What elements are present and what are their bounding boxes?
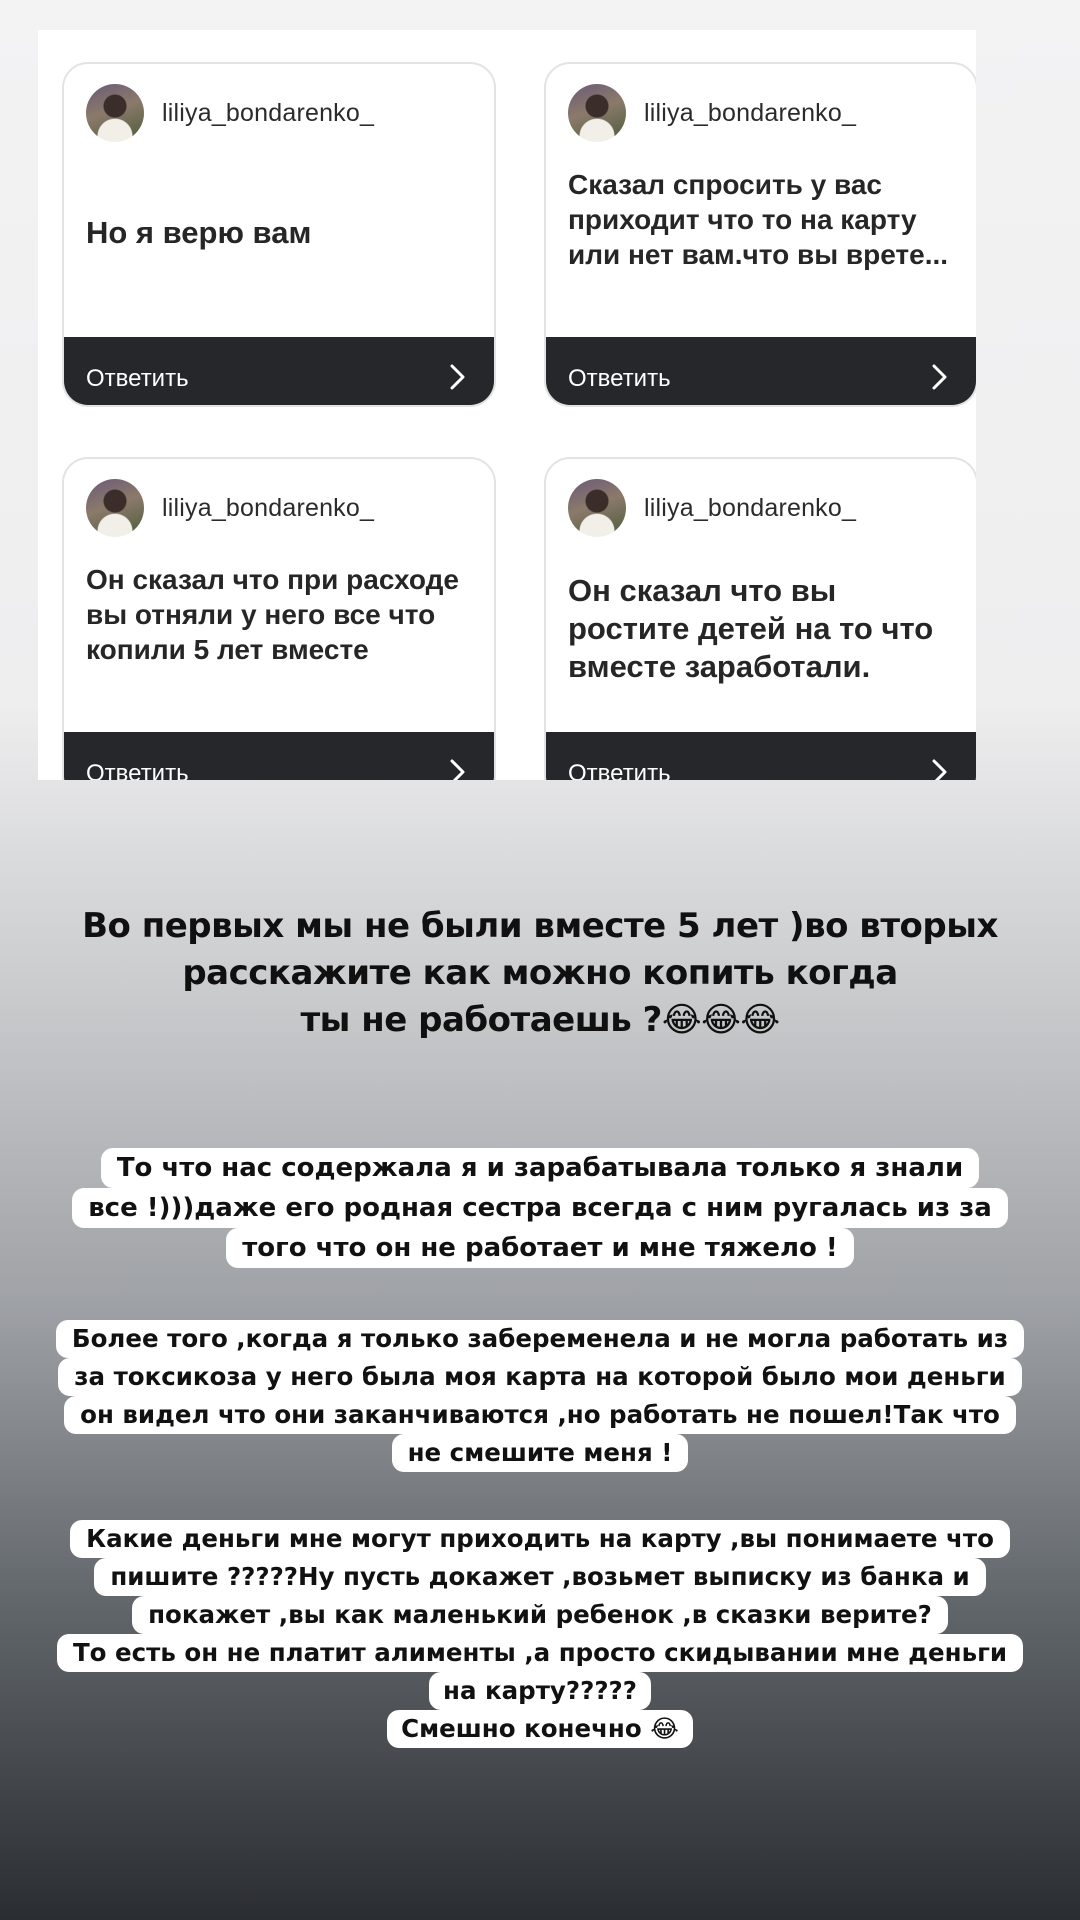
reply-button[interactable]: Ответить (546, 732, 976, 780)
heading-line: Во первых мы не были вместе 5 лет )во вт… (82, 906, 998, 946)
avatar[interactable] (568, 479, 626, 537)
reply-label: Ответить (568, 760, 671, 780)
story-text-block-2: Более того ,когда я только забеременела … (0, 1320, 1080, 1472)
reply-label: Ответить (86, 760, 189, 780)
reply-button[interactable]: Ответить (64, 732, 494, 780)
text-line: То что нас содержала я и зарабатывала то… (100, 1148, 980, 1188)
text-line: Более того ,когда я только забеременела … (55, 1320, 1025, 1358)
text-line: того что он не работает и мне тяжело ! (226, 1228, 854, 1268)
chevron-right-icon (446, 363, 470, 391)
avatar[interactable] (568, 84, 626, 142)
text-line: он видел что они заканчиваются ,но работ… (64, 1396, 1016, 1434)
text-line: за токсикоза у него была моя карта на ко… (58, 1358, 1022, 1396)
card-header: liliya_bondarenko_ (86, 84, 374, 142)
text-line: Какие деньги мне могут приходить на карт… (70, 1520, 1010, 1558)
story-text-block-1: То что нас содержала я и зарабатывала то… (0, 1148, 1080, 1268)
card-header: liliya_bondarenko_ (568, 84, 856, 142)
question-text: Сказал спросить у вас приходит что то на… (568, 169, 949, 270)
username[interactable]: liliya_bondarenko_ (162, 494, 374, 523)
question-responses-panel: liliya_bondarenko_ Но я верю вам Ответит… (38, 30, 976, 780)
question-card: liliya_bondarenko_ Но я верю вам Ответит… (62, 62, 496, 407)
text-line: не смешите меня ! (391, 1434, 689, 1472)
username[interactable]: liliya_bondarenko_ (644, 99, 856, 128)
avatar[interactable] (86, 479, 144, 537)
reply-button[interactable]: Ответить (546, 337, 976, 405)
heading-line: ты не работаешь ?😂😂😂 (300, 1000, 780, 1040)
username[interactable]: liliya_bondarenko_ (162, 99, 374, 128)
chevron-right-icon (928, 758, 952, 780)
reply-button[interactable]: Ответить (64, 337, 494, 405)
card-header: liliya_bondarenko_ (568, 479, 856, 537)
avatar[interactable] (86, 84, 144, 142)
text-line: на карту????? (429, 1672, 651, 1710)
question-text: Он сказал что при расходе вы отняли у не… (86, 564, 459, 665)
text-line: То есть он не платит алименты ,а просто … (56, 1634, 1024, 1672)
chevron-right-icon (928, 363, 952, 391)
text-line: Смешно конечно 😂 (387, 1710, 693, 1748)
chevron-right-icon (446, 758, 470, 780)
story-heading: Во первых мы не были вместе 5 лет )во вт… (0, 903, 1080, 1044)
text-line: покажет ,вы как маленький ребенок ,в ска… (132, 1596, 948, 1634)
heading-line: расскажите как можно копить когда (182, 953, 898, 993)
question-card: liliya_bondarenko_ Сказал спросить у вас… (544, 62, 976, 407)
question-text: Он сказал что вы ростите детей на то что… (568, 573, 934, 684)
question-card: liliya_bondarenko_ Он сказал что вы рост… (544, 457, 976, 780)
question-card: liliya_bondarenko_ Он сказал что при рас… (62, 457, 496, 780)
story-text-block-3: Какие деньги мне могут приходить на карт… (0, 1520, 1080, 1748)
reply-label: Ответить (86, 365, 189, 392)
question-text: Но я верю вам (86, 215, 312, 250)
text-line: все !)))даже его родная сестра всегда с … (72, 1188, 1008, 1228)
username[interactable]: liliya_bondarenko_ (644, 494, 856, 523)
reply-label: Ответить (568, 365, 671, 392)
text-line: пишите ?????Ну пусть докажет ,возьмет вы… (94, 1558, 986, 1596)
card-header: liliya_bondarenko_ (86, 479, 374, 537)
